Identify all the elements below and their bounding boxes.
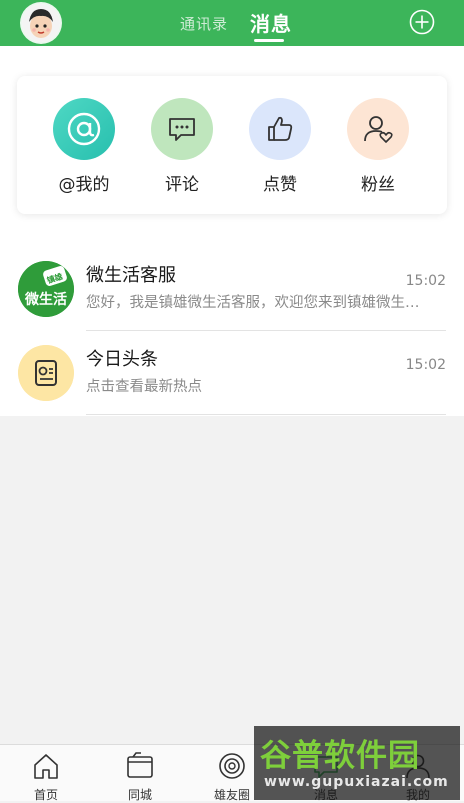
svg-text:微生活: 微生活 [24, 291, 67, 308]
quick-action-likes[interactable]: 点赞 [235, 98, 325, 195]
nav-local[interactable]: 同城 [110, 751, 170, 803]
at-icon [53, 98, 115, 160]
message-time: 15:02 [405, 273, 446, 289]
folder-icon [127, 752, 153, 778]
tab-contacts[interactable]: 通讯录 [180, 13, 228, 34]
nav-home[interactable]: 首页 [16, 751, 76, 803]
nav-label: 雄友圈 [213, 788, 250, 802]
watermark-title: 谷普软件园 [260, 738, 420, 774]
quick-action-mentions[interactable]: @我的 [39, 98, 129, 195]
watermark-url: www.gupuxiazai.com [264, 774, 449, 790]
watermark: 谷普软件园 www.gupuxiazai.com [254, 726, 460, 800]
news-icon [18, 345, 74, 401]
quick-action-comments[interactable]: 评论 [137, 98, 227, 195]
nav-label: 同城 [127, 788, 152, 802]
quick-actions-card: @我的 评论 点赞 粉丝 [17, 76, 447, 214]
top-bar: 通讯录 消息 [0, 0, 464, 46]
circle-icon [219, 753, 245, 779]
message-preview: 您好，我是镇雄微生活客服，欢迎您来到镇雄微生活！ [86, 295, 426, 311]
message-preview: 点击查看最新热点 [86, 379, 202, 395]
nav-circle[interactable]: 雄友圈 [202, 751, 262, 803]
tab-messages[interactable]: 消息 [250, 8, 292, 37]
list-item[interactable]: 镇雄 微生活 微生活客服 您好，我是镇雄微生活客服，欢迎您来到镇雄微生活！ 15… [0, 247, 464, 331]
message-time: 15:02 [405, 357, 446, 373]
comment-icon [151, 98, 213, 160]
thumbs-up-icon [249, 98, 311, 160]
quick-action-label: 粉丝 [361, 175, 395, 195]
user-avatar[interactable] [22, 4, 60, 42]
message-title: 今日头条 [86, 349, 158, 370]
divider [86, 414, 446, 415]
quick-action-label: 点赞 [263, 175, 297, 195]
list-item[interactable]: 今日头条 点击查看最新热点 15:02 [0, 331, 464, 415]
home-icon [34, 754, 58, 779]
quick-action-fans[interactable]: 粉丝 [333, 98, 423, 195]
fans-icon [347, 98, 409, 160]
nav-label: 首页 [33, 788, 58, 802]
quick-action-label: 评论 [165, 175, 199, 195]
message-title: 微生活客服 [86, 265, 176, 286]
add-icon[interactable] [409, 9, 435, 35]
active-tab-indicator [254, 39, 284, 42]
avatar-icon [22, 4, 60, 42]
service-avatar: 镇雄 微生活 [18, 261, 74, 317]
quick-action-label: @我的 [58, 175, 110, 195]
